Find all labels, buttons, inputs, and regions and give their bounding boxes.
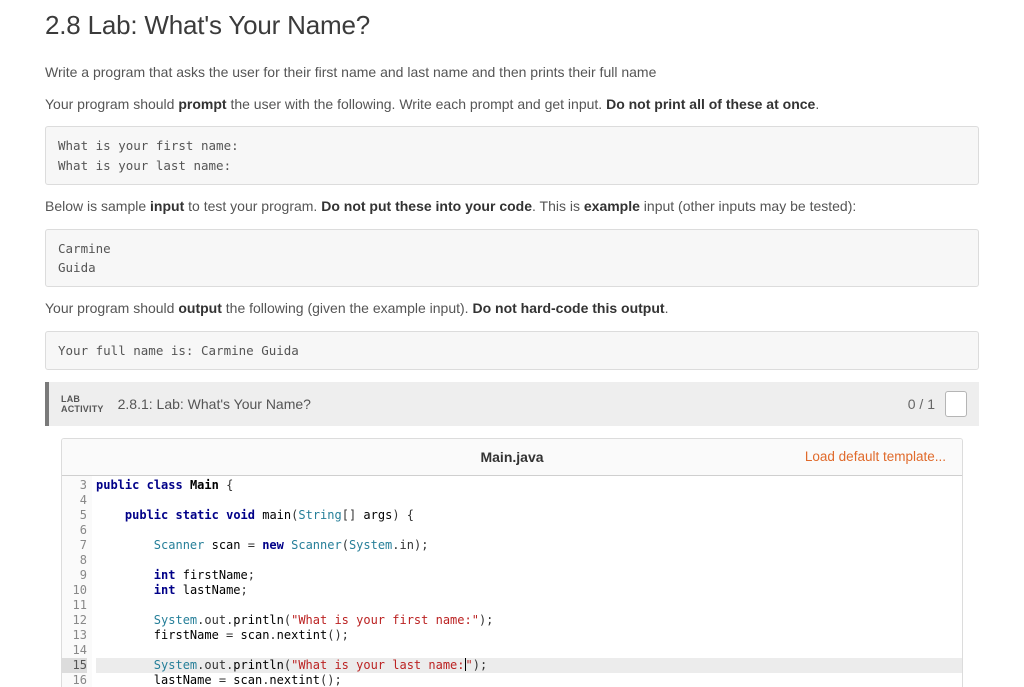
code-editor[interactable]: 345678910111213141516171819 public class… <box>62 476 962 687</box>
file-tab-main[interactable]: Main.java <box>480 449 543 465</box>
activity-score-area: 0 / 1 <box>908 391 967 417</box>
activity-badge-line1: LAB <box>61 394 104 404</box>
page-root: 2.8 Lab: What's Your Name? Write a progr… <box>0 0 1024 687</box>
input-paragraph: Below is sample input to test your progr… <box>45 197 979 217</box>
activity-header: LAB ACTIVITY 2.8.1: Lab: What's Your Nam… <box>45 382 979 426</box>
activity-badge-line2: ACTIVITY <box>61 404 104 414</box>
code-editor-panel: Main.java Load default template... 34567… <box>61 438 963 687</box>
text: to test your program. <box>184 198 321 214</box>
text: Your program should <box>45 96 178 112</box>
text: Below is sample <box>45 198 150 214</box>
text-bold: output <box>178 300 222 316</box>
text: the user with the following. Write each … <box>227 96 607 112</box>
text: Your program should <box>45 300 178 316</box>
text: input (other inputs may be tested): <box>640 198 856 214</box>
text-bold: example <box>584 198 640 214</box>
activity-badge: LAB ACTIVITY <box>61 394 118 415</box>
output-paragraph: Your program should output the following… <box>45 299 979 319</box>
text-bold: Do not print all of these at once <box>606 96 815 112</box>
score-chip-icon <box>945 391 967 417</box>
lab-activity-section: LAB ACTIVITY 2.8.1: Lab: What's Your Nam… <box>45 382 979 687</box>
text-bold: Do not hard-code this output <box>472 300 664 316</box>
intro-paragraph: Write a program that asks the user for t… <box>45 63 979 83</box>
text: . This is <box>532 198 584 214</box>
editor-tab-bar: Main.java Load default template... <box>62 439 962 476</box>
text: . <box>665 300 669 316</box>
prompt-code-block: What is your first name: What is your la… <box>45 126 979 185</box>
text: . <box>815 96 819 112</box>
text-bold: input <box>150 198 184 214</box>
activity-score-text: 0 / 1 <box>908 396 935 412</box>
page-title: 2.8 Lab: What's Your Name? <box>45 10 979 41</box>
line-number-gutter: 345678910111213141516171819 <box>62 476 92 687</box>
input-code-block: Carmine Guida <box>45 229 979 288</box>
load-default-template-link[interactable]: Load default template... <box>805 439 946 475</box>
code-lines[interactable]: public class Main { public static void m… <box>92 476 962 687</box>
text: the following (given the example input). <box>222 300 473 316</box>
text-bold: Do not put these into your code <box>321 198 532 214</box>
activity-title: 2.8.1: Lab: What's Your Name? <box>118 396 311 412</box>
text-bold: prompt <box>178 96 226 112</box>
output-code-block: Your full name is: Carmine Guida <box>45 331 979 370</box>
prompt-paragraph: Your program should prompt the user with… <box>45 95 979 115</box>
